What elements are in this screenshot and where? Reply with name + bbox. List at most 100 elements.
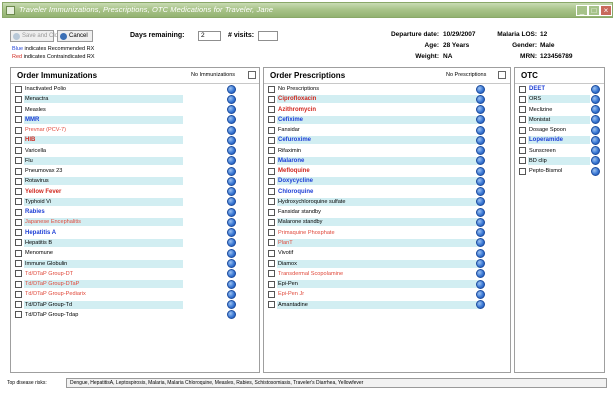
- info-icon[interactable]: [591, 94, 600, 104]
- save-and-close-button[interactable]: Save and Close: [10, 30, 64, 42]
- info-icon[interactable]: [476, 217, 485, 227]
- prescription-checkbox[interactable]: [268, 147, 275, 155]
- info-icon[interactable]: [476, 105, 485, 115]
- info-icon[interactable]: [476, 207, 485, 217]
- prescription-checkbox[interactable]: [268, 301, 275, 309]
- info-icon[interactable]: [227, 310, 236, 320]
- immunization-checkbox[interactable]: [15, 116, 22, 124]
- info-icon[interactable]: [227, 279, 236, 289]
- prescription-checkbox[interactable]: [268, 198, 275, 206]
- otc-checkbox[interactable]: [519, 147, 526, 155]
- immunization-checkbox[interactable]: [15, 188, 22, 196]
- info-icon[interactable]: [476, 279, 485, 289]
- info-icon[interactable]: [227, 197, 236, 207]
- immunization-checkbox[interactable]: [15, 260, 22, 268]
- info-icon[interactable]: [227, 115, 236, 125]
- info-icon[interactable]: [476, 176, 485, 186]
- close-button[interactable]: ×: [600, 5, 612, 16]
- prescription-checkbox[interactable]: [268, 208, 275, 216]
- cancel-button[interactable]: Cancel: [57, 30, 93, 42]
- info-icon[interactable]: [476, 238, 485, 248]
- days-remaining-field[interactable]: 2: [198, 31, 221, 41]
- prescription-checkbox[interactable]: [268, 218, 275, 226]
- immunization-checkbox[interactable]: [15, 95, 22, 103]
- prescription-checkbox[interactable]: [268, 290, 275, 298]
- prescription-checkbox[interactable]: [268, 229, 275, 237]
- minimize-button[interactable]: _: [576, 5, 588, 16]
- immunization-checkbox[interactable]: [15, 208, 22, 216]
- immunization-checkbox[interactable]: [15, 249, 22, 257]
- info-icon[interactable]: [227, 146, 236, 156]
- prescription-checkbox[interactable]: [268, 126, 275, 134]
- title-bar[interactable]: Traveler Immunizations, Prescriptions, O…: [2, 2, 613, 18]
- info-icon[interactable]: [476, 248, 485, 258]
- immunization-checkbox[interactable]: [15, 85, 22, 93]
- info-icon[interactable]: [591, 105, 600, 115]
- info-icon[interactable]: [227, 94, 236, 104]
- info-icon[interactable]: [476, 156, 485, 166]
- info-icon[interactable]: [476, 187, 485, 197]
- info-icon[interactable]: [591, 125, 600, 135]
- immunization-checkbox[interactable]: [15, 136, 22, 144]
- prescription-checkbox[interactable]: [268, 85, 275, 93]
- info-icon[interactable]: [227, 207, 236, 217]
- info-icon[interactable]: [227, 289, 236, 299]
- info-icon[interactable]: [227, 187, 236, 197]
- immunization-checkbox[interactable]: [15, 126, 22, 134]
- info-icon[interactable]: [476, 115, 485, 125]
- immunization-checkbox[interactable]: [15, 157, 22, 165]
- info-icon[interactable]: [476, 166, 485, 176]
- immunization-checkbox[interactable]: [15, 198, 22, 206]
- maximize-button[interactable]: □: [588, 5, 600, 16]
- prescription-checkbox[interactable]: [268, 157, 275, 165]
- prescription-checkbox[interactable]: [268, 188, 275, 196]
- otc-checkbox[interactable]: [519, 85, 526, 93]
- info-icon[interactable]: [227, 105, 236, 115]
- info-icon[interactable]: [227, 156, 236, 166]
- info-icon[interactable]: [476, 94, 485, 104]
- otc-checkbox[interactable]: [519, 116, 526, 124]
- info-icon[interactable]: [476, 84, 485, 94]
- immunization-checkbox[interactable]: [15, 270, 22, 278]
- prescription-checkbox[interactable]: [268, 95, 275, 103]
- info-icon[interactable]: [227, 248, 236, 258]
- info-icon[interactable]: [227, 125, 236, 135]
- info-icon[interactable]: [476, 228, 485, 238]
- info-icon[interactable]: [591, 146, 600, 156]
- info-icon[interactable]: [591, 115, 600, 125]
- prescription-checkbox[interactable]: [268, 280, 275, 288]
- info-icon[interactable]: [476, 259, 485, 269]
- info-icon[interactable]: [227, 166, 236, 176]
- info-icon[interactable]: [591, 84, 600, 94]
- info-icon[interactable]: [476, 197, 485, 207]
- info-icon[interactable]: [227, 217, 236, 227]
- info-icon[interactable]: [227, 176, 236, 186]
- immunization-checkbox[interactable]: [15, 239, 22, 247]
- prescription-checkbox[interactable]: [268, 260, 275, 268]
- info-icon[interactable]: [476, 146, 485, 156]
- info-icon[interactable]: [227, 228, 236, 238]
- info-icon[interactable]: [591, 156, 600, 166]
- prescription-checkbox[interactable]: [268, 106, 275, 114]
- otc-checkbox[interactable]: [519, 167, 526, 175]
- prescription-checkbox[interactable]: [268, 116, 275, 124]
- immunization-checkbox[interactable]: [15, 147, 22, 155]
- otc-checkbox[interactable]: [519, 136, 526, 144]
- otc-checkbox[interactable]: [519, 95, 526, 103]
- prescription-checkbox[interactable]: [268, 270, 275, 278]
- immunization-checkbox[interactable]: [15, 167, 22, 175]
- immunization-checkbox[interactable]: [15, 218, 22, 226]
- info-icon[interactable]: [227, 84, 236, 94]
- prescription-checkbox[interactable]: [268, 177, 275, 185]
- info-icon[interactable]: [476, 300, 485, 310]
- info-icon[interactable]: [476, 289, 485, 299]
- info-icon[interactable]: [227, 238, 236, 248]
- immunization-checkbox[interactable]: [15, 311, 22, 319]
- no-immunizations-checkbox[interactable]: [248, 71, 256, 79]
- immunization-checkbox[interactable]: [15, 106, 22, 114]
- otc-checkbox[interactable]: [519, 106, 526, 114]
- info-icon[interactable]: [476, 135, 485, 145]
- info-icon[interactable]: [476, 125, 485, 135]
- immunization-checkbox[interactable]: [15, 290, 22, 298]
- immunization-checkbox[interactable]: [15, 229, 22, 237]
